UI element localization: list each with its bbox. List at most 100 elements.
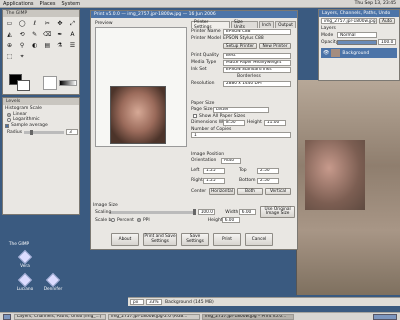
page-size-select[interactable]: Letter (213, 106, 269, 113)
tool-path-icon[interactable]: ⌖ (18, 52, 27, 61)
ink-set-select[interactable]: EPSON Standard Inks (223, 66, 291, 73)
tool-measure-icon[interactable]: ☰ (68, 41, 77, 50)
auto-button[interactable]: Auto (379, 18, 395, 24)
resolution-select[interactable]: 2880 x 1440 DPI (223, 80, 291, 87)
eye-icon[interactable]: 👁 (323, 50, 329, 56)
layers-section-label: Layers (321, 26, 336, 31)
sample-average-checkbox[interactable] (5, 123, 9, 128)
tool-pencil-icon[interactable]: ✎ (30, 30, 39, 39)
menu-places[interactable]: Places (40, 1, 56, 7)
tool-scale-icon[interactable]: ⤢ (68, 19, 77, 28)
tab-output[interactable]: Output (275, 21, 296, 28)
layers-titlebar[interactable]: Layers, Channels, Paths, Undo (319, 10, 399, 17)
media-type-select[interactable]: Matte Paper Heavyweight (223, 59, 291, 66)
printer-name-select[interactable]: EPSON C88 (223, 28, 291, 35)
preview-image[interactable] (110, 86, 166, 144)
top-input[interactable]: 2.50 (257, 167, 279, 174)
desktop-icon-vera[interactable]: Vera (12, 249, 38, 269)
printer-model-label: Printer Model (191, 36, 221, 41)
image-selector[interactable]: img_2757.jpr-1800w.jpg (321, 18, 377, 24)
tab-inch[interactable]: Inch (258, 21, 275, 28)
radio-logarithmic[interactable] (7, 117, 11, 122)
about-button[interactable]: About (111, 233, 139, 246)
unit-select[interactable]: px (130, 299, 144, 305)
tool-perspective-icon[interactable]: ◭ (5, 30, 14, 39)
tab-size-units[interactable]: Size Units (231, 20, 258, 30)
copies-input[interactable]: 1 (191, 132, 291, 138)
radio-linear[interactable] (7, 112, 11, 117)
print-and-save-button[interactable]: Print and Save Settings (143, 233, 177, 246)
center-horizontal-button[interactable]: Horizontal (209, 187, 235, 195)
orientation-select[interactable]: Auto (221, 157, 241, 164)
scale-log-option[interactable]: Logarithmic (3, 117, 79, 122)
new-printer-button[interactable]: New Printer (259, 43, 291, 49)
cancel-button[interactable]: Cancel (245, 233, 273, 246)
size-width-input[interactable]: 6.00 (238, 209, 257, 215)
brush-preview[interactable] (43, 76, 57, 90)
tab-printer-settings[interactable]: Printer Settings (191, 20, 230, 30)
center-vertical-button[interactable]: Vertical (265, 187, 291, 195)
tool-color-picker-icon[interactable]: ⚗ (55, 41, 64, 50)
layer-row-background[interactable]: 👁 Background (321, 48, 397, 58)
center-both-button[interactable]: Both (237, 187, 263, 195)
tool-text-icon[interactable]: A (68, 30, 77, 39)
tool-move-icon[interactable]: ✥ (55, 19, 64, 28)
size-height-label: Height (207, 217, 223, 223)
paper-height-input[interactable]: 11.00 (263, 119, 286, 126)
desktop-icon-dennifer[interactable]: Dennifer (40, 272, 66, 292)
workspace-switcher[interactable] (373, 313, 397, 320)
paper-width-input[interactable]: 8.50 (223, 119, 245, 126)
image-photo-region[interactable] (305, 140, 365, 210)
menu-applications[interactable]: Applications (3, 1, 34, 7)
tool-eraser-icon[interactable]: ⌫ (43, 30, 52, 39)
print-button[interactable]: Print (213, 233, 241, 246)
tool-rect-select-icon[interactable]: ▭ (5, 19, 14, 28)
radio-ppi[interactable] (136, 218, 141, 222)
tool-rotate-icon[interactable]: ⟲ (18, 30, 27, 39)
desktop-icon-luciano[interactable]: Luciano (12, 272, 38, 292)
scaling-input[interactable]: 100.0 (197, 209, 216, 215)
scaling-slider[interactable] (111, 208, 196, 215)
tool-lasso-icon[interactable]: ℓ (30, 19, 39, 28)
background-color[interactable] (17, 80, 30, 91)
task-print[interactable]: img_2757.jpr-1800w.jpg – Print v5.0... (202, 313, 294, 320)
zoom-select[interactable]: 33% (146, 299, 162, 305)
size-height-input[interactable]: 6.00 (221, 217, 240, 223)
left-label: Left (191, 168, 200, 173)
tool-dodge-icon[interactable]: ◐ (30, 41, 39, 50)
task-layers[interactable]: Layers, Channels, Paths, Undo [img_...] (14, 313, 106, 320)
save-settings-button[interactable]: Save Settings (181, 233, 209, 246)
use-original-size-button[interactable]: Use Original Image Size (260, 206, 295, 218)
tool-ink-icon[interactable]: ✒ (55, 30, 64, 39)
tool-blend-icon[interactable]: ▤ (43, 41, 52, 50)
radius-slider[interactable] (24, 129, 65, 135)
toolbox-titlebar[interactable]: The GIMP (3, 10, 79, 17)
show-desktop-icon[interactable] (3, 313, 11, 320)
radio-percent[interactable] (111, 218, 115, 222)
task-image[interactable]: img_2757.jpr-1800w.jpg-2.0 (RGB... (108, 313, 200, 320)
menu-system[interactable]: System (61, 1, 80, 7)
levels-titlebar[interactable]: Levels (3, 98, 79, 105)
tool-zoom-icon[interactable]: ⚲ (18, 41, 27, 50)
fg-bg-colors[interactable] (9, 74, 31, 92)
opacity-slider[interactable] (337, 39, 377, 45)
print-quality-select[interactable]: Best (223, 52, 291, 59)
radius-label: Radius (7, 129, 23, 135)
show-all-paper-checkbox[interactable] (193, 114, 197, 118)
clock[interactable]: Thu Sep 13, 23:45 (355, 1, 396, 6)
radius-input[interactable]: 3 (66, 129, 79, 135)
sample-average-option[interactable]: Sample average (3, 123, 79, 128)
borderless-label[interactable]: Borderless (237, 74, 261, 79)
opacity-input[interactable]: 100.0 (378, 39, 396, 45)
bottom-input[interactable]: 2.50 (257, 177, 279, 184)
tool-ellipse-select-icon[interactable]: ◯ (18, 19, 27, 28)
setup-printer-button[interactable]: Setup Printer (223, 43, 257, 49)
gradient-preview[interactable] (59, 80, 77, 86)
tool-crop-icon[interactable]: ⬚ (5, 52, 14, 61)
tool-scissors-icon[interactable]: ✂ (43, 19, 52, 28)
mode-select[interactable]: Normal (337, 32, 377, 38)
left-input[interactable]: 1.25 (203, 167, 225, 174)
tool-heal-icon[interactable]: ⊕ (5, 41, 14, 50)
print-dialog-titlebar[interactable]: Print v5.0.0 — img_2757.jpr-1800w.jpg — … (91, 11, 297, 18)
right-input[interactable]: 1.25 (203, 177, 225, 184)
